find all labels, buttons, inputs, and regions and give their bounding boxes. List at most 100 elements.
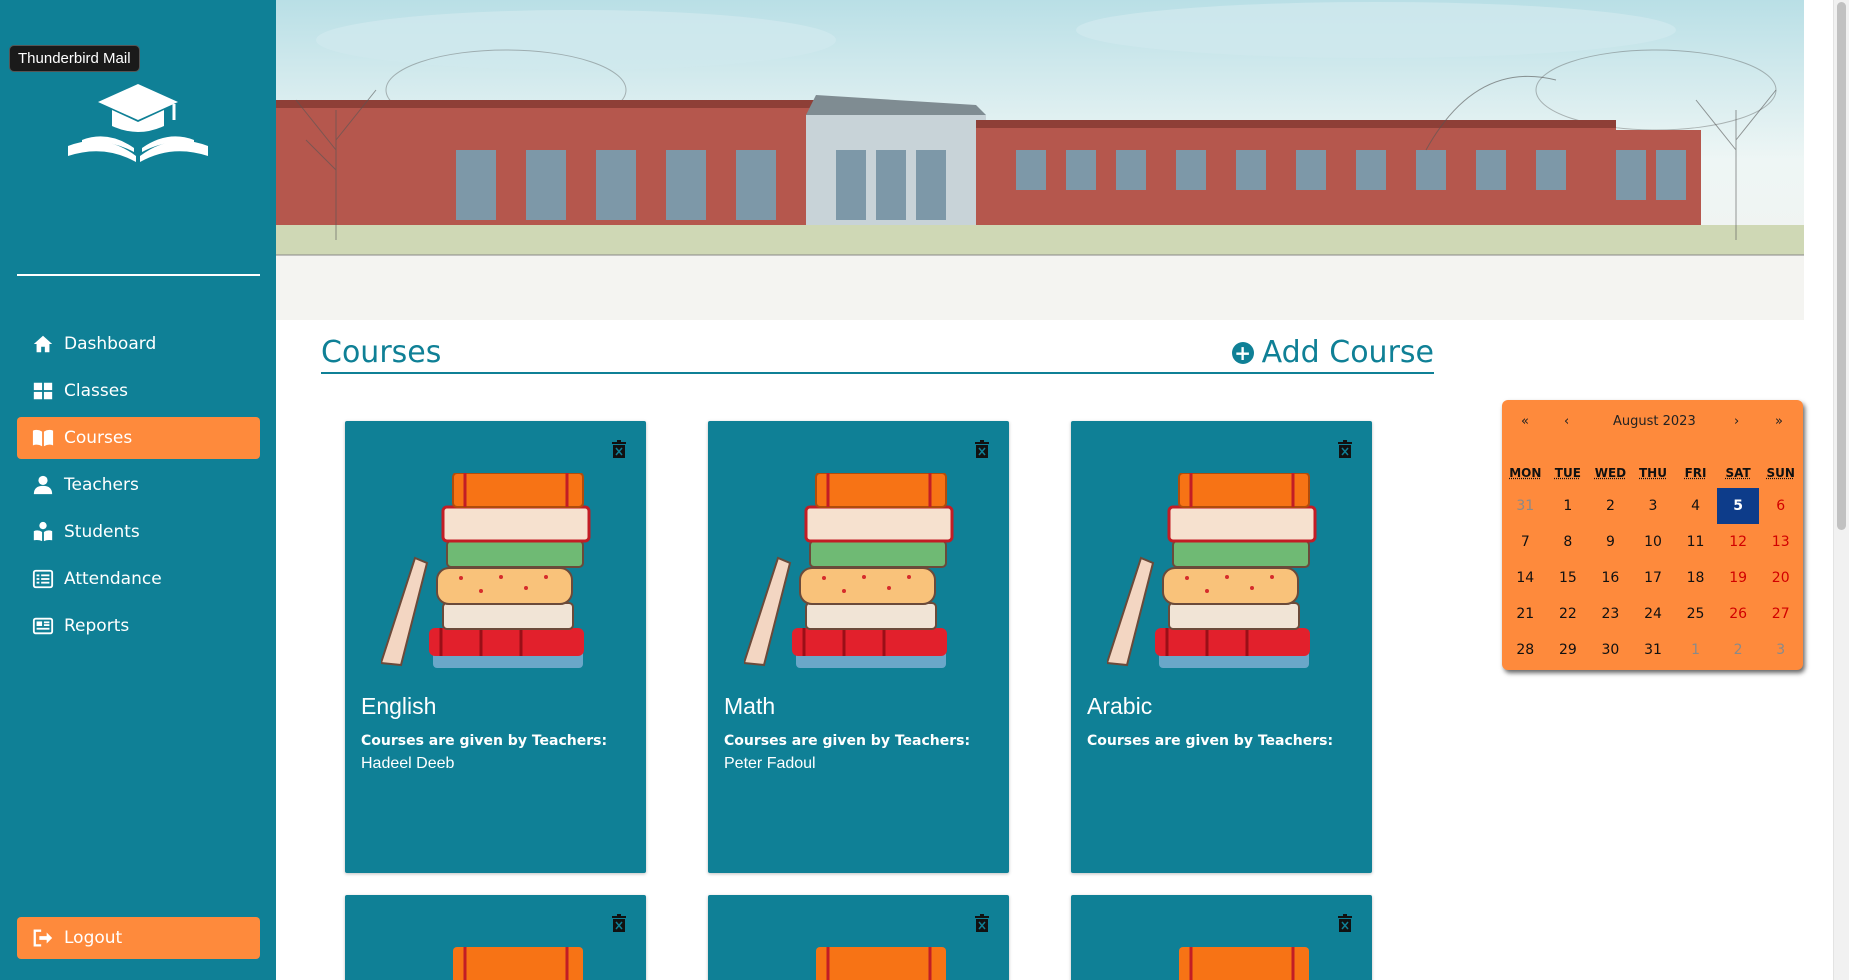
graduation-book-logo-icon <box>68 84 208 162</box>
trash-icon[interactable] <box>975 914 989 932</box>
course-subtitle: Courses are given by Teachers: <box>1087 733 1334 749</box>
book-icon <box>32 429 54 447</box>
calendar-day[interactable]: 16 <box>1589 560 1632 596</box>
weekday-label: MON <box>1509 466 1542 480</box>
calendar-day[interactable]: 9 <box>1589 524 1632 560</box>
trash-icon[interactable] <box>975 440 989 458</box>
calendar-day[interactable]: 13 <box>1759 524 1802 560</box>
calendar-day[interactable]: 21 <box>1504 596 1547 632</box>
books-stack-icon <box>453 947 583 980</box>
weekday-label: TUE <box>1554 466 1581 480</box>
calendar-day[interactable]: 12 <box>1717 524 1760 560</box>
books-stack-icon <box>1179 947 1309 980</box>
page-title: Courses <box>321 335 442 370</box>
calendar-day[interactable]: 1 <box>1674 632 1717 668</box>
sidebar-item-label: Courses <box>64 428 133 448</box>
sign-out-icon <box>33 929 53 947</box>
calendar-day[interactable]: 2 <box>1717 632 1760 668</box>
calendar-day[interactable]: 20 <box>1759 560 1802 596</box>
calendar-day[interactable]: 23 <box>1589 596 1632 632</box>
course-card[interactable] <box>345 895 646 980</box>
school-building-banner <box>276 0 1804 320</box>
prev-month-button[interactable]: ‹ <box>1564 414 1569 429</box>
logout-button[interactable]: Logout <box>17 917 260 959</box>
sidebar: Dashboard Classes Courses Teachers Stude… <box>0 0 276 980</box>
tooltip: Thunderbird Mail <box>9 45 140 72</box>
calendar-day[interactable]: 10 <box>1632 524 1675 560</box>
newspaper-icon <box>32 617 54 635</box>
calendar-day[interactable]: 30 <box>1589 632 1632 668</box>
vertical-scrollbar[interactable] <box>1833 0 1849 980</box>
calendar-day[interactable]: 24 <box>1632 596 1675 632</box>
grid-icon <box>33 382 53 400</box>
calendar-nav: « ‹ August 2023 › » <box>1502 414 1803 434</box>
courses-header: Courses + Add Course <box>321 334 1434 374</box>
trash-icon[interactable] <box>612 914 626 932</box>
sidebar-item-dashboard[interactable]: Dashboard <box>17 323 260 365</box>
calendar-day[interactable]: 25 <box>1674 596 1717 632</box>
sidebar-item-label: Reports <box>64 616 130 636</box>
next-year-button[interactable]: » <box>1775 414 1783 429</box>
course-teachers: Peter Fadoul <box>724 755 816 772</box>
trash-icon[interactable] <box>612 440 626 458</box>
trash-icon[interactable] <box>1338 440 1352 458</box>
sidebar-item-attendance[interactable]: Attendance <box>17 558 260 600</box>
sidebar-divider <box>17 274 260 276</box>
calendar-day[interactable]: 18 <box>1674 560 1717 596</box>
course-card[interactable] <box>708 895 1009 980</box>
calendar-day[interactable]: 5 <box>1716 488 1760 524</box>
calendar-days: 31 1 2 3 4 5 6 7 8 9 10 11 12 13 14 15 16 17 18 19 20 21 22 23 2… <box>1504 488 1802 668</box>
sidebar-item-label: Attendance <box>64 569 162 589</box>
sidebar-item-label: Classes <box>64 381 129 401</box>
calendar-day[interactable]: 19 <box>1717 560 1760 596</box>
calendar-day[interactable]: 6 <box>1759 488 1802 524</box>
course-card[interactable] <box>1071 895 1372 980</box>
trash-icon[interactable] <box>1338 914 1352 932</box>
calendar-day[interactable]: 1 <box>1547 488 1590 524</box>
calendar-day[interactable]: 31 <box>1504 488 1547 524</box>
calendar-day[interactable]: 26 <box>1717 596 1760 632</box>
books-stack-icon <box>1107 473 1317 668</box>
logout-label: Logout <box>64 928 123 948</box>
calendar-day[interactable]: 29 <box>1547 632 1590 668</box>
prev-year-button[interactable]: « <box>1521 414 1529 429</box>
calendar-day[interactable]: 8 <box>1547 524 1590 560</box>
calendar-day[interactable]: 27 <box>1759 596 1802 632</box>
calendar-day[interactable]: 11 <box>1674 524 1717 560</box>
list-icon <box>32 569 54 589</box>
calendar-day[interactable]: 17 <box>1632 560 1675 596</box>
calendar-weekdays: MON TUE WED THU FRI SAT SUN <box>1504 466 1802 480</box>
sidebar-item-teachers[interactable]: Teachers <box>17 464 260 506</box>
calendar-day[interactable]: 28 <box>1504 632 1547 668</box>
weekday-label: WED <box>1594 466 1627 480</box>
user-icon <box>33 475 53 495</box>
student-icon <box>33 521 53 542</box>
calendar-day[interactable]: 15 <box>1547 560 1590 596</box>
course-card-english[interactable]: English Courses are given by Teachers: H… <box>345 421 646 873</box>
sidebar-item-classes[interactable]: Classes <box>17 370 260 412</box>
course-subtitle: Courses are given by Teachers: <box>724 733 971 749</box>
calendar-day[interactable]: 7 <box>1504 524 1547 560</box>
calendar-day[interactable]: 14 <box>1504 560 1547 596</box>
course-card-arabic[interactable]: Arabic Courses are given by Teachers: <box>1071 421 1372 873</box>
next-month-button[interactable]: › <box>1734 414 1739 429</box>
books-stack-icon <box>381 473 591 668</box>
books-stack-icon <box>744 473 954 668</box>
sidebar-item-courses[interactable]: Courses <box>17 417 260 459</box>
course-card-math[interactable]: Math Courses are given by Teachers: Pete… <box>708 421 1009 873</box>
add-course-label: Add Course <box>1261 335 1434 370</box>
calendar-day[interactable]: 3 <box>1759 632 1802 668</box>
calendar-day[interactable]: 31 <box>1632 632 1675 668</box>
scrollbar-thumb[interactable] <box>1837 2 1846 530</box>
weekday-label: THU <box>1639 466 1667 480</box>
calendar-day[interactable]: 22 <box>1547 596 1590 632</box>
sidebar-item-reports[interactable]: Reports <box>17 605 260 647</box>
calendar-day[interactable]: 4 <box>1674 488 1717 524</box>
calendar-day[interactable]: 3 <box>1632 488 1675 524</box>
add-course-button[interactable]: + Add Course <box>1231 335 1434 370</box>
calendar-day[interactable]: 2 <box>1589 488 1632 524</box>
books-stack-icon <box>816 947 946 980</box>
sidebar-item-students[interactable]: Students <box>17 511 260 553</box>
month-label[interactable]: August 2023 <box>1613 414 1696 429</box>
calendar-widget: « ‹ August 2023 › » MON TUE WED THU FRI SAT SU… <box>1502 400 1803 670</box>
